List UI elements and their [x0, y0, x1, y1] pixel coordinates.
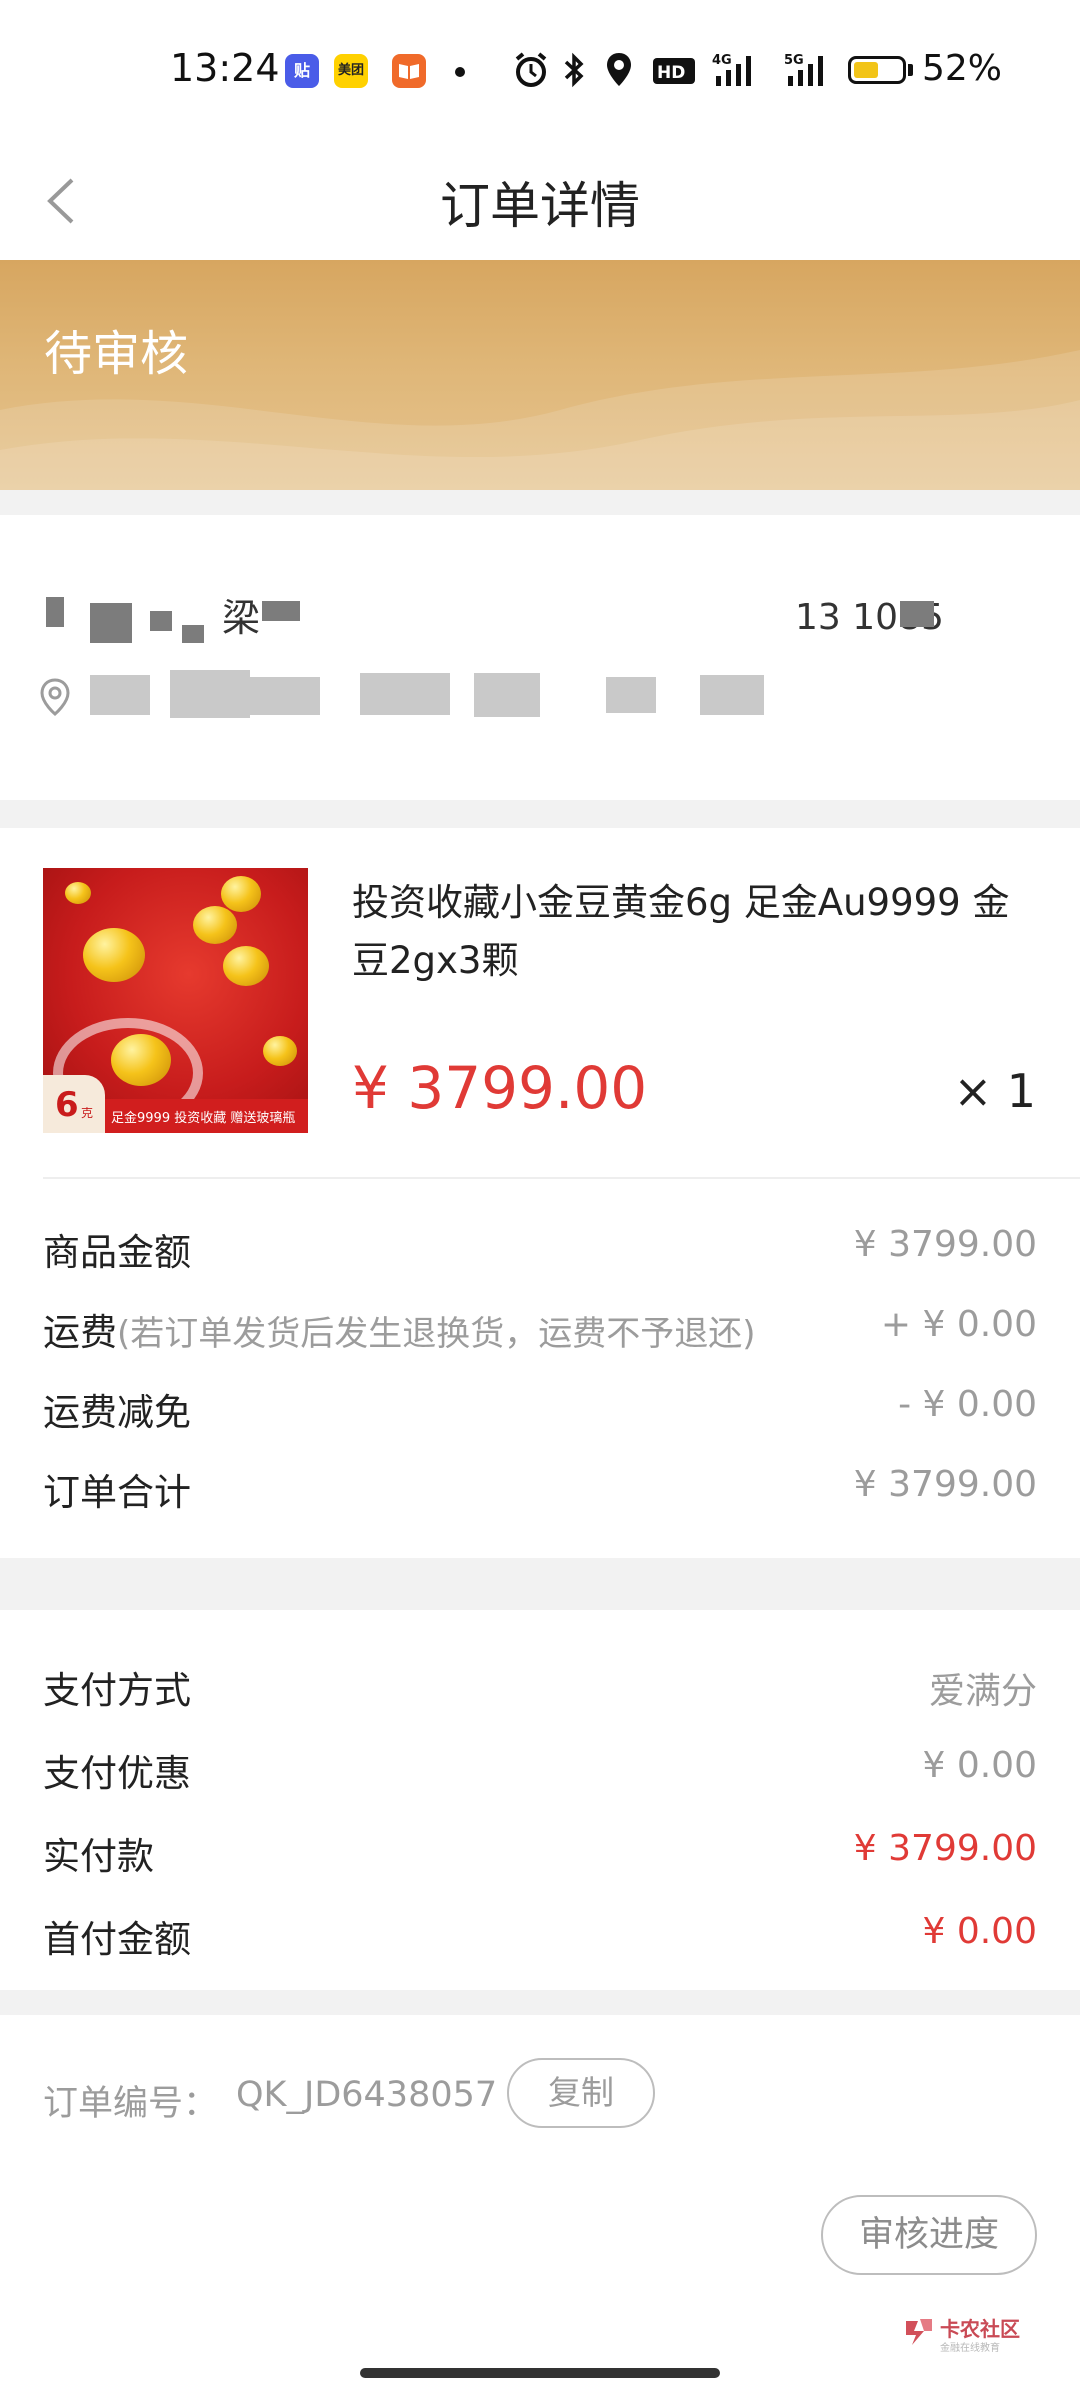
order-status-text: 待审核	[44, 326, 189, 382]
review-progress-button[interactable]: 审核进度	[821, 2195, 1037, 2275]
fee-label: 运费减免	[43, 1391, 191, 1434]
hd-voice-icon: HD	[653, 58, 695, 84]
payment-row-actual-paid: 实付款 ¥ 3799.00	[43, 1826, 1037, 1886]
watermark: 卡农社区 金融在线教育	[902, 2311, 1032, 2361]
fee-row-shipping: 运费(若订单发货后发生退换货，运费不予退还) + ¥ 0.00	[43, 1302, 1037, 1362]
section-gap	[0, 800, 1080, 828]
order-status-banner: 待审核	[0, 260, 1080, 490]
watermark-title: 卡农社区	[940, 2317, 1020, 2341]
home-indicator[interactable]	[360, 2368, 720, 2378]
battery-cap	[908, 64, 913, 76]
status-time: 13:24	[170, 46, 280, 90]
payment-value: ¥ 0.00	[922, 1745, 1037, 1786]
watermark-logo-icon	[906, 2319, 932, 2345]
product-price: ¥ 3799.00	[352, 1054, 648, 1122]
copy-button[interactable]: 复制	[507, 2058, 655, 2128]
order-info-section: 订单编号： QK_JD6438057 复制 审核进度 卡农社区 金融在线教育	[0, 2015, 1080, 2400]
product-thumbnail[interactable]: 足金9999 投资收藏 赠送玻璃瓶 6 克	[43, 868, 308, 1133]
tieba-app-icon: 贴	[285, 54, 319, 88]
payment-label: 首付金额	[43, 1918, 191, 1961]
payment-row-down-payment: 首付金额 ¥ 0.00	[43, 1909, 1037, 1969]
shipping-note: (若订单发货后发生退换货，运费不予退还)	[117, 1314, 756, 1354]
fee-row-shipping-discount: 运费减免 - ¥ 0.00	[43, 1382, 1037, 1442]
page-title: 订单详情	[440, 177, 640, 235]
fee-label: 订单合计	[43, 1471, 191, 1514]
product-quantity: × 1	[953, 1064, 1036, 1118]
fee-label-wrap: 运费(若订单发货后发生退换货，运费不予退还)	[43, 1302, 756, 1356]
weight-badge-unit: 克	[81, 1106, 94, 1120]
fee-label: 运费	[43, 1311, 117, 1354]
svg-text:5G: 5G	[784, 53, 804, 68]
reader-app-icon	[392, 54, 426, 88]
fee-value: ¥ 3799.00	[853, 1464, 1037, 1505]
fee-row-order-total: 订单合计 ¥ 3799.00	[43, 1462, 1037, 1522]
section-gap	[0, 1990, 1080, 2015]
product-title[interactable]: 投资收藏小金豆黄金6g 足金Au9999 金豆2gx3颗	[352, 874, 1042, 990]
fee-value: + ¥ 0.00	[880, 1304, 1037, 1345]
battery-icon	[848, 56, 906, 84]
battery-percent: 52%	[922, 48, 1003, 89]
payment-value: 爱满分	[928, 1671, 1037, 1712]
fee-value: ¥ 3799.00	[853, 1224, 1037, 1265]
location-pin-icon	[40, 678, 70, 716]
location-icon	[607, 53, 631, 86]
product-thumbnail-caption: 足金9999 投资收藏 赠送玻璃瓶	[111, 1111, 296, 1126]
order-number-label: 订单编号：	[43, 2084, 219, 2124]
bluetooth-icon	[564, 52, 584, 88]
battery-level	[854, 62, 878, 78]
section-gap	[0, 1558, 1080, 1610]
svg-text:4G: 4G	[712, 53, 732, 68]
signal-5g-icon: 5G	[784, 53, 823, 86]
product-section: 足金9999 投资收藏 赠送玻璃瓶 6 克 投资收藏小金豆黄金6g 足金Au99…	[0, 828, 1080, 1558]
order-number: QK_JD6438057	[236, 2075, 498, 2115]
svg-text:HD: HD	[657, 63, 685, 83]
weight-badge-number: 6	[55, 1085, 79, 1125]
notification-dot-icon	[455, 67, 465, 77]
shipping-address[interactable]: 梁 13 1085	[0, 515, 1080, 800]
fee-label: 商品金额	[43, 1231, 191, 1274]
meituan-app-icon: 美团	[334, 54, 368, 88]
payment-value: ¥ 0.00	[922, 1911, 1037, 1952]
nav-bar: 订单详情	[0, 140, 1080, 260]
signal-4g-icon: 4G	[712, 53, 751, 86]
payment-label: 支付方式	[43, 1669, 191, 1712]
status-bar: 13:24 贴 美团 HD 4G 5G 52%	[0, 0, 1080, 140]
payment-label: 支付优惠	[43, 1752, 191, 1795]
payment-row-method: 支付方式 爱满分	[43, 1660, 1037, 1720]
fee-row-goods-amount: 商品金额 ¥ 3799.00	[43, 1222, 1037, 1282]
section-gap	[0, 490, 1080, 515]
payment-value: ¥ 3799.00	[853, 1828, 1037, 1869]
payment-row-discount: 支付优惠 ¥ 0.00	[43, 1743, 1037, 1803]
watermark-subtitle: 金融在线教育	[940, 2343, 1000, 2354]
recipient-name-fragment: 梁	[222, 596, 261, 640]
payment-label: 实付款	[43, 1835, 154, 1878]
alarm-icon	[515, 52, 547, 87]
divider	[43, 1177, 1080, 1179]
payment-section: 支付方式 爱满分 支付优惠 ¥ 0.00 实付款 ¥ 3799.00 首付金额 …	[0, 1610, 1080, 1990]
fee-value: - ¥ 0.00	[898, 1384, 1037, 1425]
